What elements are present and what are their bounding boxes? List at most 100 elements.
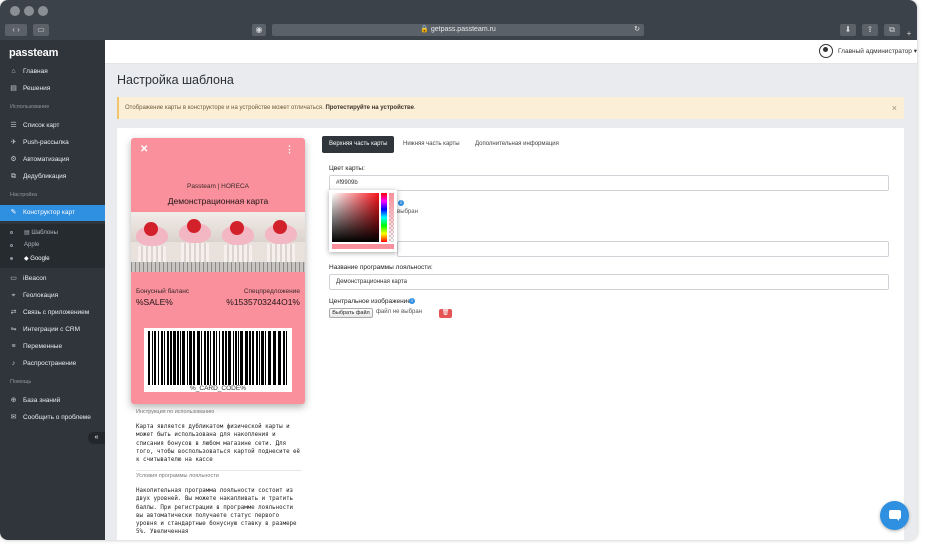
barcode-bar: [193, 331, 195, 385]
share-icon[interactable]: ⇪: [862, 24, 878, 36]
alert-banner: Отображение карты в конструкторе и на ус…: [117, 97, 904, 119]
minimize-window-icon[interactable]: [24, 6, 34, 16]
new-tab-icon[interactable]: +: [904, 28, 914, 40]
sidebar-item-ibeacon[interactable]: ▭ iBeacon: [0, 270, 105, 287]
sidebar-item-label: Push-рассылка: [23, 139, 69, 146]
sidebar-item-label: Сообщить о проблеме: [23, 414, 91, 421]
barcode-bar: [233, 331, 234, 385]
sidebar-toggle-icon[interactable]: ▭: [33, 24, 49, 36]
close-window-icon[interactable]: [10, 6, 20, 16]
subnav-bullet: [10, 257, 13, 260]
sidebar-item-distribution[interactable]: ♪ Распространение: [0, 355, 105, 372]
sidebar-item-knowledge[interactable]: ⊕ База знаний: [0, 392, 105, 409]
barcode-bar: [265, 331, 266, 385]
tabs-overview-icon[interactable]: ⧉: [884, 24, 900, 36]
sidebar-collapse-button[interactable]: «: [88, 432, 105, 444]
sidebar-section-settings: Настройка: [10, 192, 38, 198]
barcode-bar: [225, 331, 227, 385]
info-icon[interactable]: i: [409, 298, 415, 304]
sidebar-item-automation[interactable]: ⚙ Автоматизация: [0, 151, 105, 168]
card-color-input[interactable]: #f9909b: [329, 175, 889, 191]
bell-icon: ♪: [11, 360, 16, 367]
loyalty-name-input[interactable]: Демонстрационная карта: [329, 274, 889, 290]
page-title: Настройка шаблона: [117, 73, 234, 87]
tab-back[interactable]: Нижняя часть карты: [396, 136, 467, 153]
back-forward-icon[interactable]: ‹ ›: [5, 24, 27, 36]
sidebar-item-label: База знаний: [23, 397, 61, 404]
pass-field-label: Спецпредложение: [243, 288, 300, 295]
barcode-text: %_CARD_CODE%: [190, 385, 246, 392]
sidebar-item-geolocation[interactable]: ⌖ Геолокация: [0, 287, 105, 304]
sidebar-item-home[interactable]: ⌂ Главная: [0, 63, 105, 80]
sidebar-item-card-builder[interactable]: ✎ Конструктор карт: [0, 205, 105, 221]
sidebar-item-app-link[interactable]: ⇄ Связь с приложением: [0, 304, 105, 321]
avatar[interactable]: [819, 44, 833, 58]
central-image-label: Центральное изображение:: [329, 298, 413, 305]
sidebar-item-report[interactable]: ✉ Сообщить о проблеме: [0, 409, 105, 426]
color-hue-slider[interactable]: [381, 193, 387, 242]
hidden-input[interactable]: [397, 241, 889, 257]
info-icon[interactable]: i: [398, 200, 404, 206]
alert-text: Отображение карты в конструкторе и на ус…: [125, 105, 324, 111]
tab-additional-info[interactable]: Дополнительная информация: [468, 136, 566, 153]
sidebar-item-label: Главная: [23, 68, 48, 75]
maximize-window-icon[interactable]: [38, 6, 48, 16]
user-menu[interactable]: Главный администратор ▾: [838, 47, 917, 55]
logo[interactable]: passteam: [9, 47, 58, 59]
sidebar-item-crm[interactable]: ⇋ Интеграции с CRM: [0, 321, 105, 338]
beacon-icon: ▭: [10, 275, 17, 282]
pass-preview: ✕ ⋮ Passteam | HORECA Демонстрационная к…: [131, 138, 305, 404]
close-icon[interactable]: ×: [892, 97, 897, 119]
subnav-item-templates[interactable]: ▤ Шаблоны: [24, 229, 58, 236]
privacy-icon[interactable]: ◉: [252, 24, 266, 36]
tab-front[interactable]: Верхняя часть карты: [322, 136, 395, 153]
subnav-item-google[interactable]: ◆ Google: [24, 255, 50, 262]
barcode-bar: [261, 331, 264, 385]
chevron-down-icon: ▾: [913, 48, 917, 55]
barcode-bar: [256, 331, 258, 385]
reload-icon[interactable]: ↻: [634, 24, 640, 36]
close-icon: ✕: [140, 144, 149, 155]
sidebar-item-label: Дедубликация: [23, 173, 67, 180]
chat-widget-button[interactable]: [880, 501, 909, 530]
file-status: файл не выбран: [376, 309, 423, 315]
sidebar-item-variables[interactable]: ≡ Переменные: [0, 338, 105, 355]
barcode-bar: [154, 331, 156, 385]
barcode-bar: [210, 331, 211, 385]
barcode-bar: [228, 331, 231, 385]
barcode-bar: [167, 331, 169, 385]
barcode-bar: [177, 331, 179, 385]
barcode-bar: [161, 331, 163, 385]
url-text: getpass.passteam.ru: [430, 26, 496, 33]
sidebar-section-usage: Использование: [10, 104, 50, 110]
sidebar-item-label: Распространение: [23, 360, 77, 367]
back-field-label: Инструкция по использованию: [136, 409, 215, 415]
pass-strip-image: [131, 212, 305, 272]
color-picker[interactable]: [329, 190, 397, 252]
sidebar-item-solutions[interactable]: ▤ Решения: [0, 80, 105, 97]
barcode-bar: [245, 331, 248, 385]
sidebar-item-dedup[interactable]: ⧉ Дедубликация: [0, 168, 105, 185]
barcode-bar: [252, 331, 254, 385]
pass-organization: Passteam | HORECA: [186, 183, 249, 190]
delete-image-button[interactable]: 🗑: [439, 309, 452, 318]
color-saturation-area[interactable]: [332, 193, 379, 242]
sidebar-item-push[interactable]: ✈ Push-рассылка: [0, 134, 105, 151]
download-icon[interactable]: ⬇: [840, 24, 856, 36]
barcode-bar: [235, 331, 237, 385]
color-alpha-slider[interactable]: [389, 193, 394, 242]
sidebar-item-label: Геолокация: [23, 292, 59, 299]
divider: [136, 470, 302, 471]
sidebar-item-label: Автоматизация: [23, 156, 70, 163]
choose-file-button[interactable]: Выбрать файл: [329, 308, 373, 318]
alert-test-link[interactable]: Протестируйте на устройстве: [325, 105, 414, 111]
address-bar[interactable]: 🔒 getpass.passteam.ru ↻: [272, 24, 644, 36]
barcode-bar: [201, 331, 202, 385]
report-icon: ✉: [10, 414, 17, 421]
sidebar-item-label: Связь с приложением: [23, 309, 90, 316]
barcode-bar: [182, 331, 185, 385]
barcode-bar: [240, 331, 243, 385]
more-vertical-icon: ⋮: [285, 144, 294, 154]
subnav-item-apple[interactable]: Apple: [24, 242, 39, 248]
sidebar-item-card-list[interactable]: ☰ Список карт: [0, 117, 105, 134]
